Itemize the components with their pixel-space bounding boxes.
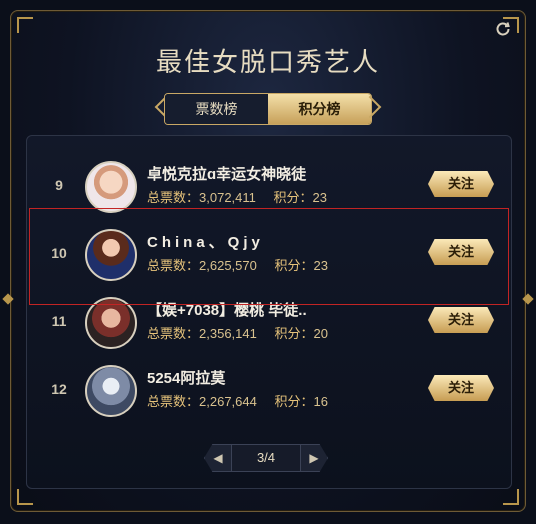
frame-corner-decoration: [503, 489, 519, 505]
frame-corner-decoration: [17, 489, 33, 505]
rank-number: 10: [51, 245, 67, 261]
votes-value: 2,356,141: [199, 326, 257, 341]
votes-label: 总票数：: [147, 258, 200, 273]
votes-value: 3,072,411: [199, 190, 256, 205]
ranking-tabs: 票数榜 积分榜: [164, 93, 372, 125]
artist-stats: 总票数：3,072,411 积分：23: [147, 187, 341, 206]
points-value: 16: [313, 394, 328, 409]
artist-stats: 总票数：2,267,644 积分：16: [147, 391, 342, 410]
artist-name[interactable]: China、Qjy: [147, 231, 264, 252]
avatar[interactable]: [85, 365, 137, 417]
chevron-right-icon[interactable]: ▶: [300, 444, 328, 472]
artist-name[interactable]: 【娱+7038】樱桃 毕徒..: [147, 299, 307, 320]
rank-number: 11: [51, 313, 67, 329]
artist-stats: 总票数：2,356,141 积分：20: [147, 323, 342, 342]
artist-name[interactable]: 卓悦克拉ɑ幸运女神晓徒: [147, 163, 306, 184]
avatar[interactable]: [85, 297, 137, 349]
list-item: 9 卓悦克拉ɑ幸运女神晓徒 总票数：3,072,411 积分：23 关注: [27, 151, 511, 219]
points-label: 积分：: [274, 258, 314, 273]
frame-corner-decoration: [17, 17, 33, 33]
refresh-icon[interactable]: [494, 20, 512, 38]
avatar[interactable]: [85, 161, 137, 213]
rank-number: 12: [51, 381, 67, 397]
points-value: 23: [312, 190, 327, 205]
votes-label: 总票数：: [147, 394, 200, 409]
follow-button[interactable]: 关注: [428, 375, 494, 401]
ranking-list: 9 卓悦克拉ɑ幸运女神晓徒 总票数：3,072,411 积分：23 关注 10 …: [26, 135, 512, 489]
page-title: 最佳女脱口秀艺人: [155, 48, 380, 78]
points-value: 20: [313, 326, 328, 341]
votes-label: 总票数：: [147, 190, 200, 205]
votes-value: 2,267,644: [199, 394, 257, 409]
page-indicator: 3/4: [232, 444, 300, 472]
avatar[interactable]: [85, 229, 137, 281]
chevron-left-icon[interactable]: ◀: [204, 444, 232, 472]
pagination: ◀ 3/4 ▶: [204, 444, 328, 472]
follow-button[interactable]: 关注: [428, 171, 494, 197]
tab-votes[interactable]: 票数榜: [165, 94, 268, 124]
artist-stats: 总票数：2,625,570 积分：23: [147, 255, 342, 274]
list-item: 11 【娱+7038】樱桃 毕徒.. 总票数：2,356,141 积分：20 关…: [27, 287, 511, 355]
points-label: 积分：: [273, 190, 313, 205]
follow-button[interactable]: 关注: [428, 239, 494, 265]
tab-points[interactable]: 积分榜: [268, 94, 371, 124]
follow-button[interactable]: 关注: [428, 307, 494, 333]
votes-label: 总票数：: [147, 326, 200, 341]
list-item: 10 China、Qjy 总票数：2,625,570 积分：23 关注: [27, 219, 511, 287]
rank-number: 9: [55, 177, 63, 193]
points-label: 积分：: [274, 394, 314, 409]
points-label: 积分：: [274, 326, 314, 341]
artist-name[interactable]: 5254阿拉莫: [147, 367, 225, 388]
list-item: 12 5254阿拉莫 总票数：2,267,644 积分：16 关注: [27, 355, 511, 423]
points-value: 23: [313, 258, 328, 273]
votes-value: 2,625,570: [199, 258, 257, 273]
